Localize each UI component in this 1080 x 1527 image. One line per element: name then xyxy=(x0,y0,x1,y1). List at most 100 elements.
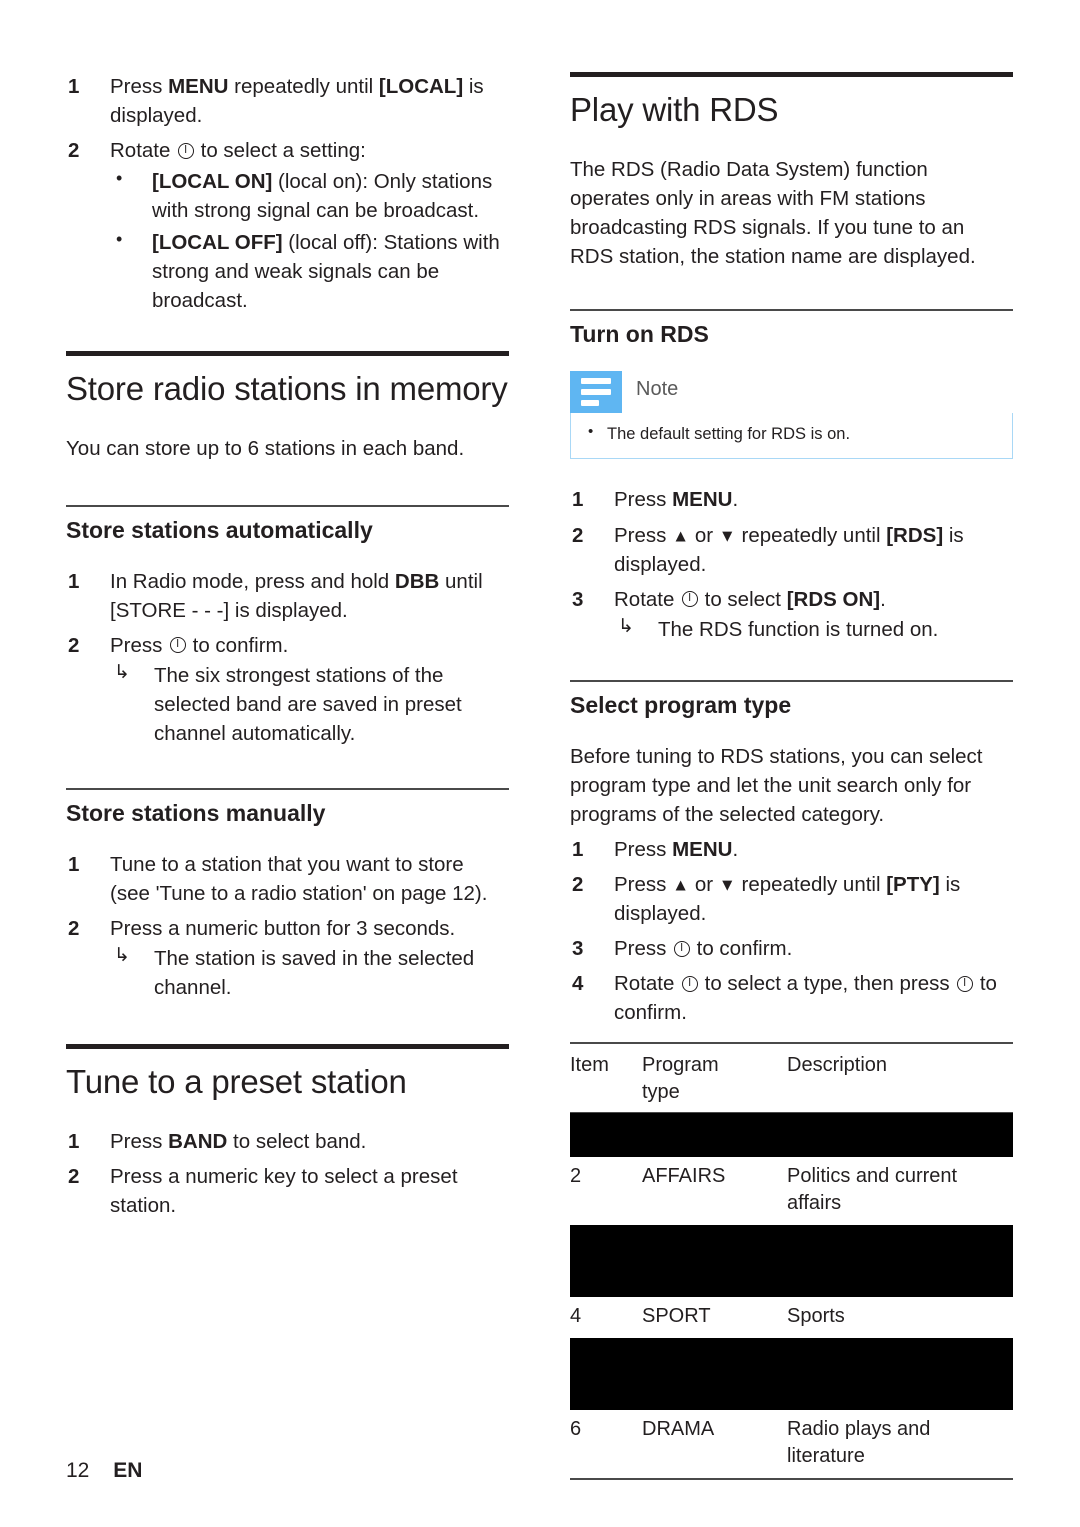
page-language: EN xyxy=(113,1459,143,1482)
local-setting-steps: 1 Press MENU repeatedly until [LOCAL] is… xyxy=(66,72,509,315)
store-memory-intro: You can store up to 6 stations in each b… xyxy=(66,436,465,460)
step-number: 1 xyxy=(572,488,584,512)
step-text: Press MENU. xyxy=(614,488,739,512)
step-text: Rotate to select [RDS ON]. xyxy=(614,587,886,611)
page-title-store-memory: Store radio stations in memory xyxy=(66,369,508,407)
heading-store-manual: Store stations manually xyxy=(66,800,326,827)
note-lines-icon xyxy=(570,370,622,413)
program-type-table: Item Program type Description 2 AFFAIRS P… xyxy=(570,1041,1013,1480)
cell-item: 4 xyxy=(570,1304,582,1327)
power-knob-icon xyxy=(177,142,194,159)
heading-select-program-type: Select program type xyxy=(570,691,792,718)
table-row-redacted xyxy=(570,1224,1013,1297)
subsection-rule xyxy=(570,679,1013,682)
note-box: Note • The default setting for RDS is on… xyxy=(570,370,1013,460)
step-number: 3 xyxy=(572,937,584,961)
power-knob-icon xyxy=(681,975,698,992)
section-rule xyxy=(570,72,1013,77)
result-text: The station is saved in the selected cha… xyxy=(154,947,475,1000)
step-item: 2 Press ▲ or ▼ repeatedly until [RDS] is… xyxy=(570,521,1013,579)
step-text: Press ▲ or ▼ repeatedly until [RDS] is d… xyxy=(614,523,964,576)
note-body: • The default setting for RDS is on. xyxy=(570,412,1013,460)
step-text: Rotate to select a type, then press to c… xyxy=(614,972,997,1025)
note-header: Note xyxy=(570,370,1013,413)
table-row-redacted xyxy=(570,1112,1013,1157)
column-header-program-type: Program type xyxy=(642,1053,719,1103)
option-label: [LOCAL OFF] xyxy=(152,230,283,254)
cell-description: Sports xyxy=(787,1304,845,1327)
step-item: 1 Tune to a station that you want to sto… xyxy=(66,850,509,908)
step-text: Press ▲ or ▼ repeatedly until [PTY] is d… xyxy=(614,872,961,926)
cell-description: Radio plays and literature xyxy=(787,1417,931,1467)
step-text: Rotate to select a setting: xyxy=(110,139,366,163)
step-number: 1 xyxy=(68,569,80,593)
left-column: 1 Press MENU repeatedly until [LOCAL] is… xyxy=(66,72,509,1227)
power-knob-icon xyxy=(673,940,690,957)
result-arrow-icon: ↳ xyxy=(114,945,130,967)
heading-store-auto: Store stations automatically xyxy=(66,516,373,543)
step-text: Press a numeric button for 3 seconds. xyxy=(110,916,456,940)
step-number: 2 xyxy=(68,139,80,163)
step-item: 1 Press BAND to select band. xyxy=(66,1127,509,1156)
cell-program-type: SPORT xyxy=(642,1304,711,1327)
section-rule xyxy=(66,350,509,356)
page-number: 12 xyxy=(66,1459,90,1482)
bullet-dot-icon: • xyxy=(116,228,123,249)
list-item: • [LOCAL ON] (local on): Only stations w… xyxy=(110,167,509,225)
cell-program-type: AFFAIRS xyxy=(642,1164,726,1187)
store-auto-steps: 1 In Radio mode, press and hold DBB unti… xyxy=(66,567,509,749)
power-knob-icon xyxy=(681,591,698,608)
turn-on-rds-steps: 1 Press MENU. 2 Press ▲ or ▼ repeatedly … xyxy=(570,485,1013,644)
list-item: • The default setting for RDS is on. xyxy=(571,423,1012,445)
step-item: 1 Press MENU. xyxy=(570,835,1013,864)
step-item: 2 Rotate to select a setting: • [LOCAL O… xyxy=(66,136,509,315)
step-result: ↳ The station is saved in the selected c… xyxy=(110,944,509,1002)
table-row: 6 DRAMA Radio plays and literature xyxy=(570,1410,1013,1478)
step-item: 3 Press to confirm. xyxy=(570,934,1013,963)
table-row-redacted xyxy=(570,1337,1013,1410)
note-label: Note xyxy=(636,377,679,400)
step-item: 1 Press MENU. xyxy=(570,485,1013,514)
store-manual-steps: 1 Tune to a station that you want to sto… xyxy=(66,850,509,1003)
step-text: Press MENU repeatedly until [LOCAL] is d… xyxy=(110,75,484,128)
power-knob-icon xyxy=(956,975,973,992)
step-text: Press to confirm. xyxy=(110,633,289,657)
page-footer: 12 EN xyxy=(66,1459,142,1483)
power-knob-icon xyxy=(169,637,186,654)
step-number: 4 xyxy=(572,972,584,996)
step-result: ↳ The six strongest stations of the sele… xyxy=(110,661,509,748)
select-program-type-steps: 1 Press MENU. 2 Press ▲ or ▼ repeatedly … xyxy=(570,835,1013,1028)
cell-description: Politics and current affairs xyxy=(787,1164,958,1214)
manual-page: 1 Press MENU repeatedly until [LOCAL] is… xyxy=(0,0,1080,1527)
cell-program-type: DRAMA xyxy=(642,1417,715,1440)
rds-intro: The RDS (Radio Data System) function ope… xyxy=(570,157,976,269)
table-row: 4 SPORT Sports xyxy=(570,1297,1013,1338)
cell-item: 2 xyxy=(570,1164,582,1187)
arrow-up-icon: ▲ xyxy=(672,874,690,895)
step-item: 2 Press a numeric key to select a preset… xyxy=(66,1162,509,1220)
result-arrow-icon: ↳ xyxy=(114,661,130,683)
page-title-preset: Tune to a preset station xyxy=(66,1063,407,1101)
step-number: 2 xyxy=(68,1165,80,1189)
step-number: 1 xyxy=(68,852,80,876)
step-result: ↳ The RDS function is turned on. xyxy=(614,615,1013,644)
step-text: Press to confirm. xyxy=(614,937,793,961)
step-text: Press BAND to select band. xyxy=(110,1130,367,1154)
bullet-dot-icon: • xyxy=(116,168,123,189)
right-column: Play with RDS The RDS (Radio Data System… xyxy=(570,72,1013,1480)
subsection-rule xyxy=(66,788,509,791)
step-number: 1 xyxy=(572,837,584,861)
step-number: 1 xyxy=(68,75,80,98)
heading-turn-on-rds: Turn on RDS xyxy=(570,321,709,348)
preset-steps: 1 Press BAND to select band. 2 Press a n… xyxy=(66,1127,509,1220)
arrow-down-icon: ▼ xyxy=(718,874,736,895)
local-options-list: • [LOCAL ON] (local on): Only stations w… xyxy=(110,167,509,315)
arrow-down-icon: ▼ xyxy=(718,524,736,545)
select-program-type-intro: Before tuning to RDS stations, you can s… xyxy=(570,744,983,826)
result-text: The six strongest stations of the select… xyxy=(154,663,462,746)
step-number: 2 xyxy=(68,916,80,940)
table-row: 2 AFFAIRS Politics and current affairs xyxy=(570,1157,1013,1225)
step-text: Tune to a station that you want to store… xyxy=(110,852,488,905)
step-number: 1 xyxy=(68,1130,80,1154)
note-text: The default setting for RDS is on. xyxy=(607,424,851,443)
